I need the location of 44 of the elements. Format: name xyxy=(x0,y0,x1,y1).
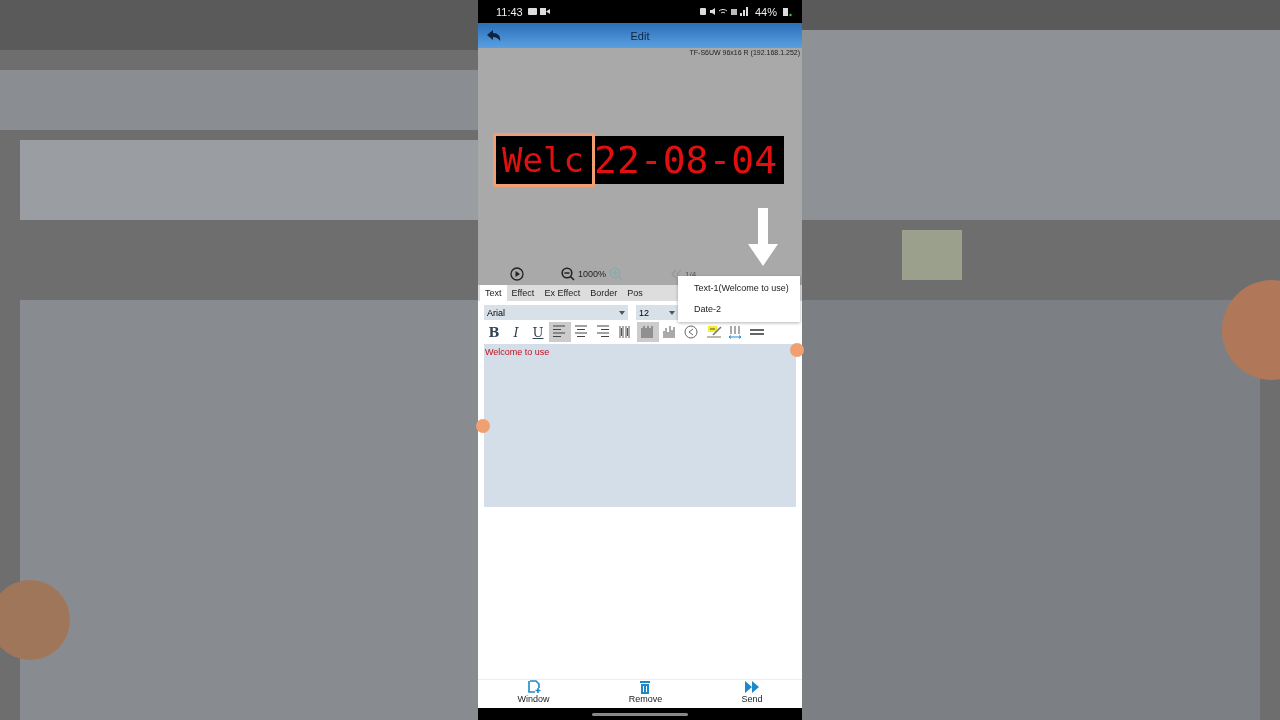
touch-indicator xyxy=(476,419,490,433)
battery-icon xyxy=(782,6,792,17)
caret-icon xyxy=(619,310,625,315)
align-right-icon xyxy=(596,325,612,339)
align-left-button[interactable] xyxy=(549,322,571,342)
battery-level: 44% xyxy=(754,5,777,18)
tab[interactable]: Ex Effect xyxy=(539,285,586,301)
screen-title: Edit xyxy=(630,29,650,42)
tab[interactable]: Text xyxy=(480,285,507,301)
send-button[interactable]: Send xyxy=(729,680,775,708)
clock-time: 11:43 xyxy=(496,5,523,18)
menu-item[interactable]: Date-2 xyxy=(678,299,800,320)
display-text[interactable]: Welc xyxy=(496,136,592,184)
touch-indicator xyxy=(790,343,804,357)
highlighter-icon xyxy=(706,325,722,339)
align-left-icon xyxy=(552,325,568,339)
remove-button[interactable]: Remove xyxy=(616,680,675,708)
add-page-icon xyxy=(526,680,541,694)
tab[interactable]: Pos xyxy=(622,285,648,301)
caret-icon xyxy=(669,310,675,315)
play-icon[interactable] xyxy=(510,267,524,281)
fast-forward-icon xyxy=(744,680,759,694)
bar-graph-icon xyxy=(662,325,678,339)
letter-spacing-icon xyxy=(728,325,744,339)
tab[interactable]: Border xyxy=(585,285,623,301)
underline-button[interactable]: U xyxy=(527,322,549,342)
italic-button[interactable]: I xyxy=(505,322,527,342)
bold-button[interactable]: B xyxy=(483,322,505,342)
vertical-bars-icon xyxy=(640,325,656,339)
menu-item[interactable]: Text-1(Welcome to use) xyxy=(678,278,800,299)
back-icon[interactable] xyxy=(487,30,501,41)
zoom-level: 1000% xyxy=(578,269,607,279)
signal-icon xyxy=(699,7,750,16)
zoom-out-icon[interactable] xyxy=(561,267,575,281)
font-family-dropdown[interactable]: Arial xyxy=(484,305,628,320)
tab[interactable]: Effect xyxy=(506,285,540,301)
notification-icon xyxy=(527,7,550,16)
display-text[interactable]: 22-08-04 xyxy=(592,136,780,184)
trash-icon xyxy=(638,680,653,694)
text-editor[interactable]: Welcome to use xyxy=(484,344,796,507)
down-arrow-icon xyxy=(748,208,778,266)
font-size-dropdown[interactable]: 12 xyxy=(636,305,678,320)
window-button[interactable]: Window xyxy=(505,680,562,708)
align-center-icon xyxy=(574,325,590,339)
